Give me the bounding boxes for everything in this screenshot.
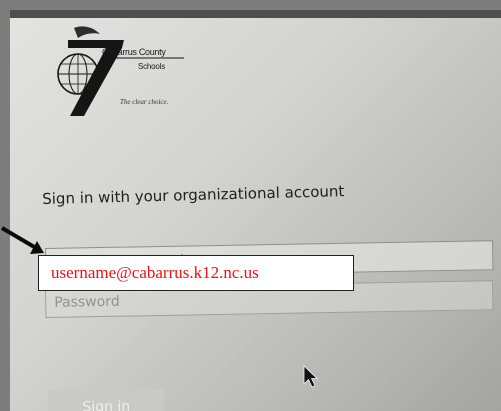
username-callout: username@cabarrus.k12.nc.us (38, 255, 354, 291)
globe-logo-icon (57, 26, 184, 116)
logo-subtitle: Schools (138, 62, 166, 71)
mouse-pointer-icon (303, 365, 318, 388)
logo-tagline: The clear choice. (120, 98, 169, 106)
signin-page: Cabarrus County Schools The clear choice… (10, 10, 501, 411)
logo-name: Cabarrus County (102, 47, 166, 57)
school-logo: Cabarrus County Schools The clear choice… (54, 26, 214, 124)
signin-heading: Sign in with your organizational account (42, 182, 345, 208)
signin-button[interactable]: Sign in (48, 388, 165, 411)
top-bar (10, 10, 501, 18)
